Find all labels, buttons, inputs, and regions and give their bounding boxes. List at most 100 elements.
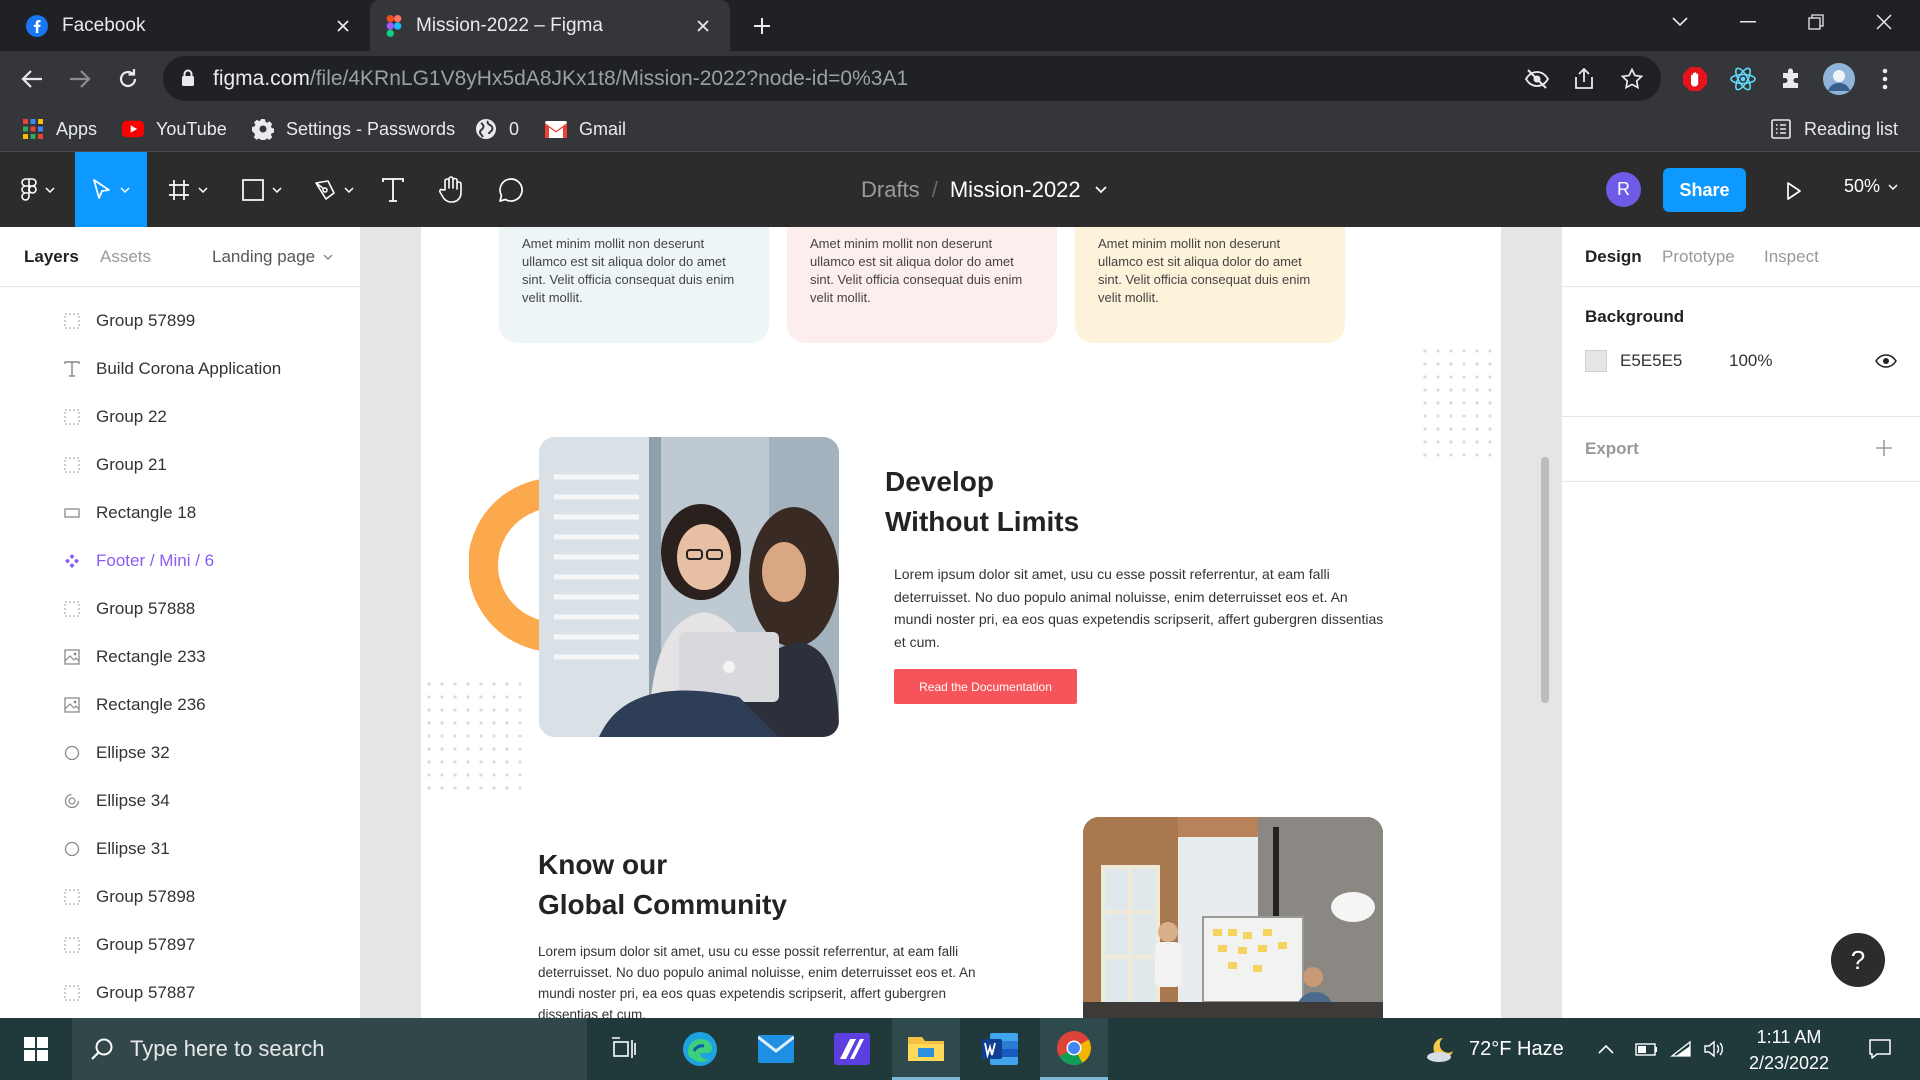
- breadcrumb-drafts[interactable]: Drafts: [861, 177, 920, 203]
- word-app-icon[interactable]: [966, 1018, 1034, 1080]
- chevron-down-icon[interactable]: [1095, 186, 1107, 194]
- layer-row[interactable]: Footer / Mini / 6: [0, 537, 360, 585]
- tab-search-chevron-icon[interactable]: [1650, 0, 1710, 44]
- reading-list-button[interactable]: Reading list: [1770, 114, 1898, 144]
- close-tab-icon[interactable]: [692, 15, 714, 37]
- reload-icon[interactable]: [110, 61, 146, 97]
- layer-row[interactable]: Group 57898: [0, 873, 360, 921]
- system-clock[interactable]: 1:11 AM 2/23/2022: [1722, 1024, 1856, 1076]
- profile-avatar[interactable]: [1822, 62, 1856, 96]
- women-laptop-photo[interactable]: [539, 437, 839, 737]
- hand-tool[interactable]: [430, 152, 472, 227]
- tab-figma[interactable]: Mission-2022 – Figma: [370, 0, 730, 51]
- page-selector[interactable]: Landing page: [212, 247, 333, 267]
- figma-main-menu[interactable]: [0, 152, 75, 227]
- share-page-icon[interactable]: [1569, 64, 1599, 94]
- frame-tool[interactable]: [158, 152, 218, 227]
- address-bar[interactable]: figma.com/file/4KRnLG1V8yHx5dA8JKx1t8/Mi…: [163, 56, 1661, 101]
- layer-row[interactable]: Rectangle 18: [0, 489, 360, 537]
- background-hex-input[interactable]: E5E5E5: [1620, 351, 1682, 371]
- landing-page-frame[interactable]: Amet minim mollit non deserunt ullamco e…: [421, 227, 1501, 1018]
- rectangle-icon: [62, 503, 82, 523]
- file-explorer-icon[interactable]: [892, 1018, 960, 1080]
- power-automate-icon[interactable]: [818, 1018, 886, 1080]
- layer-row[interactable]: Rectangle 233: [0, 633, 360, 681]
- tab-facebook[interactable]: Facebook: [10, 0, 370, 51]
- tab-inspect[interactable]: Inspect: [1764, 247, 1819, 267]
- adblock-hand-icon[interactable]: [1678, 62, 1712, 96]
- kebab-menu-icon[interactable]: [1868, 62, 1902, 96]
- react-devtools-icon[interactable]: [1726, 62, 1760, 96]
- tab-design[interactable]: Design: [1585, 247, 1642, 267]
- feature-card[interactable]: Amet minim mollit non deserunt ullamco e…: [787, 227, 1057, 343]
- layer-row[interactable]: Group 57887: [0, 969, 360, 1017]
- pen-tool[interactable]: [304, 152, 364, 227]
- restore-icon[interactable]: [1786, 0, 1846, 44]
- wifi-icon[interactable]: [1670, 1018, 1692, 1080]
- layer-row[interactable]: Ellipse 32: [0, 729, 360, 777]
- figma-toolbar: Drafts / Mission-2022 R Share 50%: [0, 152, 1920, 227]
- layer-label: Ellipse 31: [96, 839, 170, 858]
- layer-row[interactable]: Ellipse 31: [0, 825, 360, 873]
- close-window-icon[interactable]: [1854, 0, 1914, 44]
- new-tab-plus-icon[interactable]: [748, 12, 776, 40]
- add-export-plus-icon[interactable]: [1875, 439, 1893, 457]
- show-hidden-icons-chevron[interactable]: [1598, 1018, 1614, 1080]
- layer-row[interactable]: Group 21: [0, 441, 360, 489]
- help-button[interactable]: ?: [1831, 933, 1885, 987]
- background-opacity-input[interactable]: 100%: [1729, 351, 1772, 371]
- edge-browser-icon[interactable]: [666, 1018, 734, 1080]
- extensions-puzzle-icon[interactable]: [1774, 62, 1808, 96]
- lock-icon[interactable]: [181, 69, 195, 87]
- tab-assets[interactable]: Assets: [100, 247, 151, 267]
- tab-title: Facebook: [62, 14, 146, 36]
- background-color-swatch[interactable]: [1585, 350, 1607, 372]
- back-arrow-icon[interactable]: [14, 61, 50, 97]
- file-name[interactable]: Mission-2022: [950, 177, 1081, 203]
- layer-row[interactable]: Group 57888: [0, 585, 360, 633]
- bookmark-zero[interactable]: 0: [475, 114, 519, 144]
- tab-prototype[interactable]: Prototype: [1662, 247, 1735, 267]
- battery-icon[interactable]: [1634, 1018, 1658, 1080]
- forward-arrow-icon[interactable]: [62, 61, 98, 97]
- background-section: Background E5E5E5 100%: [1562, 287, 1920, 417]
- tab-layers[interactable]: Layers: [24, 247, 79, 267]
- taskbar-search-box[interactable]: Type here to search: [72, 1018, 587, 1080]
- office-meeting-photo[interactable]: [1083, 817, 1383, 1018]
- task-view-icon[interactable]: [590, 1018, 658, 1080]
- text-tool[interactable]: [372, 152, 414, 227]
- close-tab-icon[interactable]: [332, 15, 354, 37]
- shape-tool[interactable]: [232, 152, 292, 227]
- share-button[interactable]: Share: [1663, 168, 1746, 212]
- bookmark-apps[interactable]: Apps: [22, 114, 97, 144]
- user-avatar[interactable]: R: [1606, 172, 1641, 207]
- layer-row[interactable]: Rectangle 236: [0, 681, 360, 729]
- minimize-icon[interactable]: [1718, 0, 1778, 44]
- feature-card[interactable]: Amet minim mollit non deserunt ullamco e…: [1075, 227, 1345, 343]
- read-documentation-button[interactable]: Read the Documentation: [894, 669, 1077, 704]
- tracking-eye-off-icon[interactable]: [1522, 64, 1552, 94]
- feature-card[interactable]: Amet minim mollit non deserunt ullamco e…: [499, 227, 769, 343]
- bookmark-youtube[interactable]: YouTube: [122, 114, 227, 144]
- layer-row[interactable]: Build Corona Application: [0, 345, 360, 393]
- layer-row[interactable]: Ellipse 34: [0, 777, 360, 825]
- eye-visibility-icon[interactable]: [1875, 353, 1897, 369]
- layer-row[interactable]: Group 57897: [0, 921, 360, 969]
- mail-app-icon[interactable]: [742, 1018, 810, 1080]
- comment-tool[interactable]: [490, 152, 532, 227]
- layer-row[interactable]: Group 22: [0, 393, 360, 441]
- zoom-menu[interactable]: 50%: [1844, 176, 1898, 197]
- chrome-browser-icon[interactable]: [1040, 1018, 1108, 1080]
- windows-start-icon[interactable]: [0, 1018, 72, 1080]
- weather-widget[interactable]: 72°F Haze: [1425, 1018, 1564, 1080]
- canvas-scrollbar[interactable]: [1541, 457, 1549, 703]
- bookmark-settings-passwords[interactable]: Settings - Passwords: [252, 114, 455, 144]
- bookmark-gmail[interactable]: Gmail: [545, 114, 626, 144]
- canvas[interactable]: Amet minim mollit non deserunt ullamco e…: [361, 227, 1561, 1018]
- move-tool[interactable]: [75, 152, 147, 227]
- ellipse-icon: [62, 839, 82, 859]
- layer-row[interactable]: Group 57899: [0, 297, 360, 345]
- bookmark-star-icon[interactable]: [1617, 64, 1647, 94]
- present-play-icon[interactable]: [1779, 176, 1809, 206]
- action-center-notification-icon[interactable]: [1855, 1018, 1905, 1080]
